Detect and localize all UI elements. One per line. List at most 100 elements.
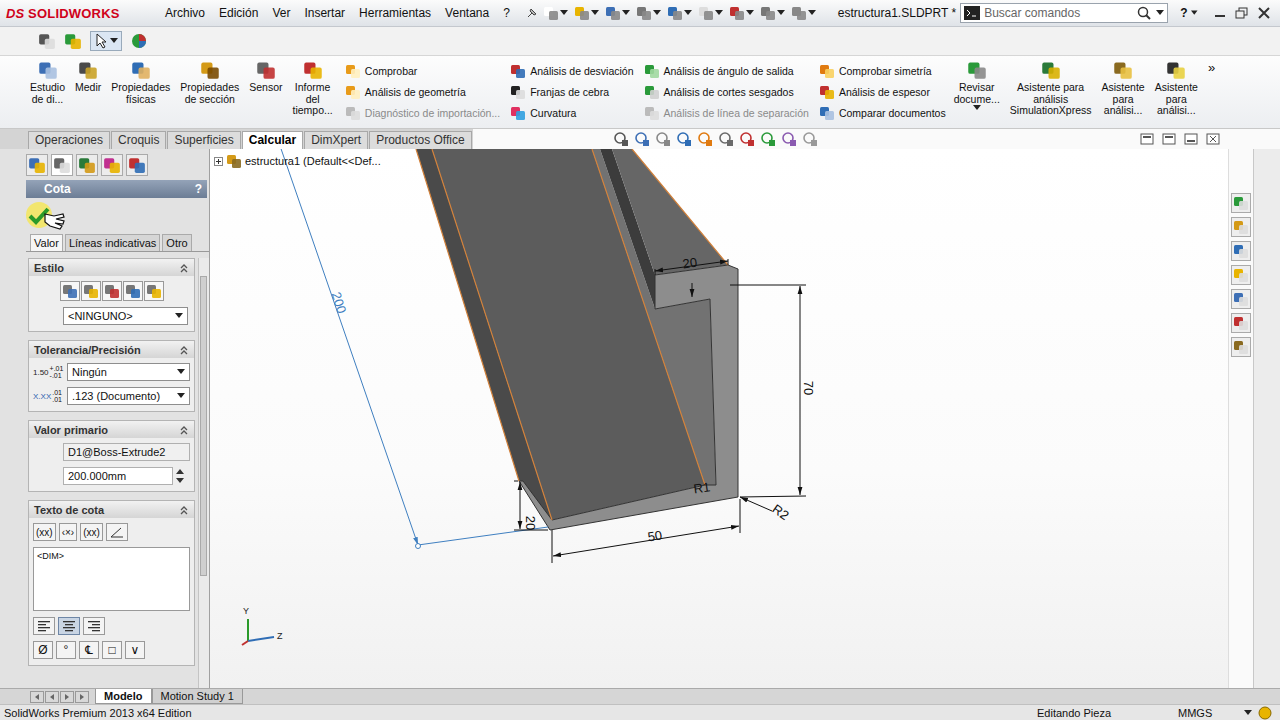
dimension-label[interactable]: 50 [647,527,664,544]
collapse-icon[interactable] [179,263,189,273]
command-tab[interactable]: DimXpert [304,131,368,149]
ribbon-button[interactable]: Medir [73,60,103,94]
section-header[interactable]: Texto de cota [29,501,194,518]
status-units[interactable]: MMGS [1178,707,1238,719]
command-tab[interactable]: Superficies [167,131,240,149]
view-tool-icon[interactable] [739,131,755,147]
view-tool-icon[interactable] [613,131,629,147]
panel-tab[interactable]: Otro [162,234,191,251]
nav-arrow-icon[interactable] [60,691,74,703]
quick-tool-button[interactable] [758,5,787,21]
ribbon-button[interactable]: Propiedadesfísicas [109,60,172,105]
quick-tool-button[interactable] [665,5,694,21]
text-format-button[interactable]: ‹×› [59,523,78,541]
select-button[interactable] [90,31,122,51]
task-pane-tab[interactable] [1231,241,1251,261]
panel-tab[interactable]: Líneas indicativas [65,234,160,251]
bottom-tab[interactable]: Motion Study 1 [152,689,243,704]
help-button[interactable]: ? [195,182,202,196]
align-button[interactable] [83,617,105,635]
viewport-icon[interactable] [1162,132,1176,146]
task-pane-tab[interactable] [1231,193,1251,213]
manager-tab[interactable] [126,154,148,176]
align-button[interactable] [33,617,55,635]
manager-tab[interactable] [101,154,123,176]
nav-arrow-icon[interactable] [75,691,89,703]
ribbon-button[interactable]: Revisardocume... [952,60,1002,111]
appearance-icon[interactable] [130,32,148,50]
menu-item[interactable]: Herramientas [352,6,438,20]
expand-icon[interactable] [214,157,223,166]
section-header[interactable]: Estilo [29,259,194,276]
symbol-button[interactable]: ℄ [79,641,99,659]
quick-tool-button[interactable] [727,5,756,21]
help-icon[interactable] [1258,706,1272,720]
view-tool-icon[interactable] [655,131,671,147]
view-tool-icon[interactable] [676,131,692,147]
pin-icon[interactable] [525,6,539,20]
dimension-label[interactable]: 20 [523,516,538,530]
viewport-icon[interactable] [1206,132,1220,146]
tolerance-dropdown[interactable]: Ningún [67,363,190,381]
view-tool-icon[interactable] [634,131,650,147]
spin-icon[interactable] [175,467,185,485]
text-format-button[interactable] [106,523,128,541]
ribbon-item[interactable]: Diagnóstico de importación... [345,102,500,123]
scrollbar[interactable] [198,258,209,688]
scrollbar-thumb[interactable] [200,276,207,576]
view-tool-icon[interactable] [781,131,797,147]
ribbon-item[interactable]: Análisis de desviación [510,60,633,81]
panel-tab[interactable]: Valor [30,234,63,251]
restore-icon[interactable] [1234,6,1250,20]
quick-tool-button[interactable] [696,5,725,21]
ribbon-item[interactable]: Análisis de espesor [819,81,946,102]
command-tab[interactable]: Operaciones [28,131,110,149]
dimension-label[interactable]: 20 [682,255,698,272]
quick-tool-button[interactable] [603,5,632,21]
text-format-button[interactable]: (xx) [33,523,56,541]
menu-item[interactable]: Ver [265,6,297,20]
search-icon[interactable] [1136,5,1152,21]
dimension-label[interactable]: 70 [801,381,816,395]
view-tool-icon[interactable] [760,131,776,147]
view-tool-icon[interactable] [697,131,713,147]
collapse-icon[interactable] [179,505,189,515]
ribbon-button[interactable]: Asistente paraanálisisSimulationXpress [1008,60,1094,117]
dimension-value-field[interactable]: 200.000mm [63,467,173,485]
ribbon-item[interactable]: Análisis de cortes sesgados [644,81,809,102]
dimension-text-field[interactable]: <DIM> [33,547,190,611]
command-tab[interactable]: Productos Office [369,131,472,149]
section-header[interactable]: Tolerancia/Precisión [29,341,194,358]
manager-tab[interactable] [51,154,73,176]
close-icon[interactable] [1256,6,1272,20]
dimension-label[interactable]: 200 [329,290,350,315]
dimension-label[interactable]: R1 [693,479,712,496]
precision-dropdown[interactable]: .123 (Documento) [67,387,190,405]
quick-tool-button[interactable] [789,5,818,21]
ribbon-button[interactable]: Asistenteparaanálisi... [1100,60,1147,117]
ribbon-button[interactable]: Estudiode di... [28,60,67,105]
collapse-icon[interactable] [179,345,189,355]
style-button[interactable] [123,281,143,301]
symbol-button[interactable]: ∨ [125,641,145,659]
menu-item[interactable]: Ventana [438,6,496,20]
bottom-tab[interactable]: Modelo [95,689,152,704]
ribbon-item[interactable]: Comparar documentos [819,102,946,123]
style-dropdown[interactable]: <NINGUNO> [63,307,188,325]
ribbon-item[interactable]: Franjas de cebra [510,81,633,102]
symbol-button[interactable]: ° [56,641,76,659]
style-button[interactable] [60,281,80,301]
command-tab[interactable]: Calcular [242,131,303,149]
task-pane-tab[interactable] [1231,289,1251,309]
viewport-icon[interactable] [1140,132,1154,146]
task-pane-tab[interactable] [1231,337,1251,357]
menu-item[interactable]: Archivo [158,6,212,20]
model-view[interactable]: 2002070R1R25020YZ [210,149,1228,688]
align-button[interactable] [58,617,80,635]
ribbon-item[interactable]: Comprobar simetría [819,60,946,81]
task-pane-tab[interactable] [1231,265,1251,285]
style-button[interactable] [102,281,122,301]
quick-tool-button[interactable] [572,5,601,21]
nav-arrow-icon[interactable] [30,691,44,703]
text-format-button[interactable]: (xx) [80,523,103,541]
